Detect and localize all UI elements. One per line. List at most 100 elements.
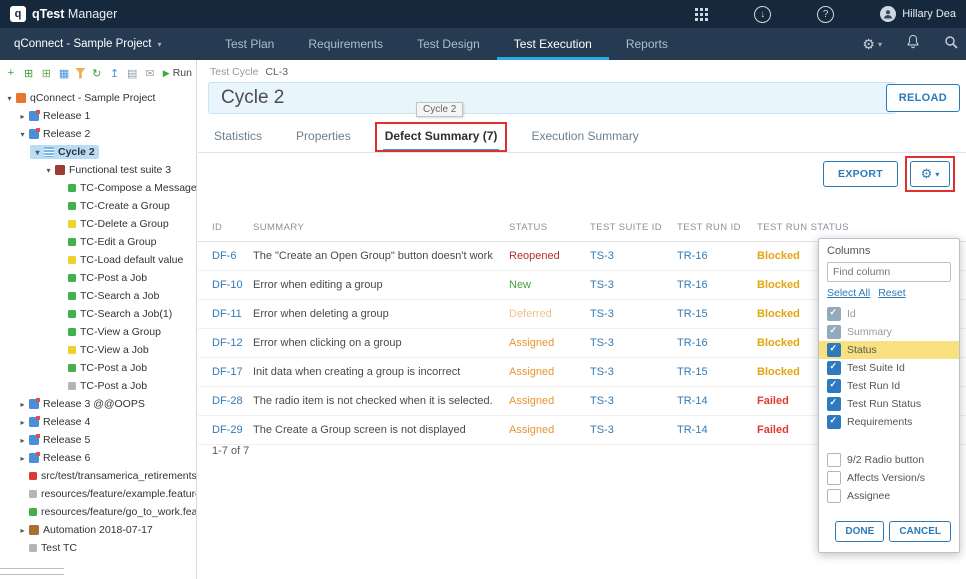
defect-id-link[interactable]: DF-28 [212, 387, 252, 415]
column-option-requirements[interactable]: Requirements [819, 413, 959, 431]
chevron-down-icon[interactable]: ▾ [32, 148, 43, 157]
test-suite-link[interactable]: TS-3 [590, 329, 674, 357]
tree-item-automation-2018-07-17[interactable]: ▸Automation 2018-07-17 [0, 521, 196, 539]
tree-item-resources-feature-example-feature[interactable]: resources/feature/example.feature [0, 485, 196, 503]
export-icon[interactable]: ↥ [108, 66, 122, 80]
test-run-link[interactable]: TR-16 [677, 242, 755, 270]
nav-item-reports[interactable]: Reports [609, 28, 685, 60]
tree-item-release-3-oops[interactable]: ▸Release 3 @@OOPS [0, 395, 196, 413]
test-suite-link[interactable]: TS-3 [590, 358, 674, 386]
tree-item-tc-post-a-job[interactable]: TC-Post a Job [0, 269, 196, 287]
checked-checkbox[interactable] [827, 415, 841, 429]
apps-grid-icon[interactable] [694, 7, 708, 21]
tree-item-tc-search-a-job-1[interactable]: TC-Search a Job(1) [0, 305, 196, 323]
tab-properties[interactable]: Properties [294, 120, 353, 152]
tree-item-tc-compose-a-message[interactable]: TC-Compose a Message [0, 179, 196, 197]
tree-item-tc-view-a-group[interactable]: TC-View a Group [0, 323, 196, 341]
checked-checkbox[interactable] [827, 325, 841, 339]
test-run-link[interactable]: TR-16 [677, 329, 755, 357]
chevron-right-icon[interactable]: ▸ [17, 418, 28, 427]
chevron-right-icon[interactable]: ▸ [17, 454, 28, 463]
tree-item-test-tc[interactable]: Test TC [0, 539, 196, 557]
tree-item-qconnect-sample-project[interactable]: ▾qConnect - Sample Project [0, 89, 196, 107]
chevron-down-icon[interactable]: ▾ [4, 94, 15, 103]
defect-id-link[interactable]: DF-10 [212, 271, 252, 299]
tab-defect-summary-7[interactable]: Defect Summary (7) [383, 120, 500, 152]
download-icon[interactable]: ↓ [754, 6, 771, 23]
tree-item-release-2[interactable]: ▾Release 2 [0, 125, 196, 143]
select-all-link[interactable]: Select All [827, 287, 870, 299]
email-icon[interactable]: ✉ [143, 66, 157, 80]
tree-item-tc-search-a-job[interactable]: TC-Search a Job [0, 287, 196, 305]
project-selector[interactable]: qConnect - Sample Project ▾ [0, 28, 208, 60]
defect-id-link[interactable]: DF-17 [212, 358, 252, 386]
chevron-down-icon[interactable]: ▾ [17, 130, 28, 139]
nav-item-test-design[interactable]: Test Design [400, 28, 497, 60]
test-run-link[interactable]: TR-15 [677, 358, 755, 386]
cancel-button[interactable]: CANCEL [889, 521, 951, 542]
chevron-right-icon[interactable]: ▸ [17, 400, 28, 409]
chevron-right-icon[interactable]: ▸ [17, 436, 28, 445]
test-suite-link[interactable]: TS-3 [590, 300, 674, 328]
tree-item-resources-feature-go-to-work-feature[interactable]: resources/feature/go_to_work.feature [0, 503, 196, 521]
chevron-down-icon[interactable]: ▾ [43, 166, 54, 175]
nav-item-test-execution[interactable]: Test Execution [497, 28, 609, 60]
export-button[interactable]: EXPORT [823, 161, 898, 187]
unchecked-checkbox[interactable] [827, 453, 841, 467]
tree-item-tc-delete-a-group[interactable]: TC-Delete a Group [0, 215, 196, 233]
reset-link[interactable]: Reset [878, 287, 905, 299]
test-suite-link[interactable]: TS-3 [590, 387, 674, 415]
tab-execution-summary[interactable]: Execution Summary [529, 120, 640, 152]
column-option-test-run-id[interactable]: Test Run Id [819, 377, 959, 395]
column-option-status[interactable]: Status [819, 341, 959, 359]
cycle-title-field[interactable]: Cycle 2 [208, 82, 896, 114]
filter-icon[interactable] [75, 68, 86, 79]
tree-item-functional-test-suite-3[interactable]: ▾Functional test suite 3 [0, 161, 196, 179]
defect-id-link[interactable]: DF-6 [212, 242, 252, 270]
add-suite-icon[interactable]: ⊞ [40, 66, 54, 80]
chevron-right-icon[interactable]: ▸ [17, 526, 28, 535]
column-option-9-2-radio-button[interactable]: 9/2 Radio button [819, 451, 959, 469]
unchecked-checkbox[interactable] [827, 471, 841, 485]
user-menu[interactable]: Hillary Dea [880, 6, 956, 22]
nav-item-requirements[interactable]: Requirements [291, 28, 400, 60]
defect-id-link[interactable]: DF-11 [212, 300, 252, 328]
column-option-id[interactable]: Id [819, 305, 959, 323]
tree-item-tc-edit-a-group[interactable]: TC-Edit a Group [0, 233, 196, 251]
tree-item-release-4[interactable]: ▸Release 4 [0, 413, 196, 431]
add-release-icon[interactable]: + [4, 66, 18, 80]
tab-statistics[interactable]: Statistics [212, 120, 264, 152]
report-icon[interactable]: ▤ [125, 66, 139, 80]
column-option-assignee[interactable]: Assignee [819, 487, 959, 505]
checked-checkbox[interactable] [827, 397, 841, 411]
unchecked-checkbox[interactable] [827, 489, 841, 503]
search-icon[interactable] [944, 35, 958, 54]
run-button[interactable]: ▶Run [163, 67, 192, 79]
tree-item-tc-create-a-group[interactable]: TC-Create a Group [0, 197, 196, 215]
test-suite-link[interactable]: TS-3 [590, 242, 674, 270]
column-option-affects-version-s[interactable]: Affects Version/s [819, 469, 959, 487]
grid-view-icon[interactable]: ▦ [57, 66, 71, 80]
help-icon[interactable]: ? [817, 6, 834, 23]
tree-item-src-test-transamerica-retirements-features-verify[interactable]: src/test/transamerica_retirements/featur… [0, 467, 196, 485]
tree-item-release-6[interactable]: ▸Release 6 [0, 449, 196, 467]
tree-item-release-1[interactable]: ▸Release 1 [0, 107, 196, 125]
nav-item-test-plan[interactable]: Test Plan [208, 28, 291, 60]
test-suite-link[interactable]: TS-3 [590, 271, 674, 299]
test-run-link[interactable]: TR-14 [677, 416, 755, 444]
settings-gear-icon[interactable]: ⚙▾ [862, 36, 882, 53]
refresh-icon[interactable]: ↻ [90, 66, 104, 80]
tree-item-tc-post-a-job[interactable]: TC-Post a Job [0, 359, 196, 377]
test-suite-link[interactable]: TS-3 [590, 416, 674, 444]
defect-id-link[interactable]: DF-12 [212, 329, 252, 357]
column-option-summary[interactable]: Summary [819, 323, 959, 341]
checked-checkbox[interactable] [827, 379, 841, 393]
notifications-bell-icon[interactable] [906, 34, 920, 54]
done-button[interactable]: DONE [835, 521, 884, 542]
tree-item-tc-load-default-value[interactable]: TC-Load default value [0, 251, 196, 269]
test-run-link[interactable]: TR-15 [677, 300, 755, 328]
checked-checkbox[interactable] [827, 307, 841, 321]
checked-checkbox[interactable] [827, 361, 841, 375]
defect-id-link[interactable]: DF-29 [212, 416, 252, 444]
test-run-link[interactable]: TR-14 [677, 387, 755, 415]
